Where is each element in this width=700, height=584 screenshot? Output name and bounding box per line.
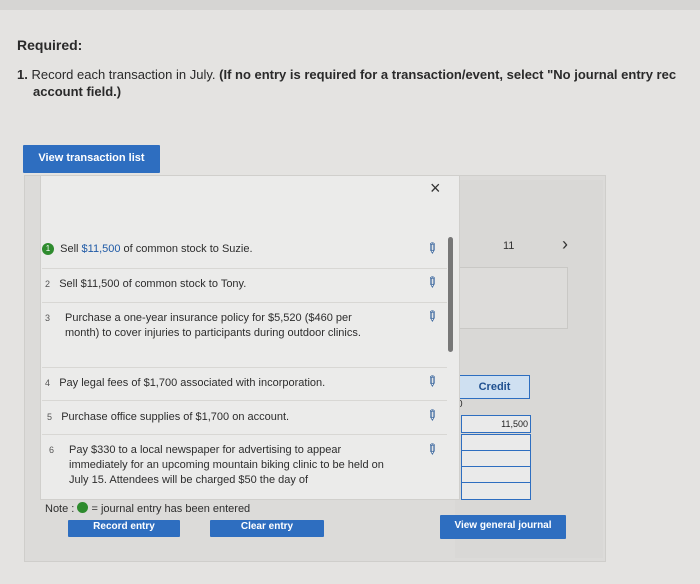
divider — [42, 302, 447, 303]
journal-description-box — [458, 267, 568, 329]
close-icon[interactable]: × — [430, 178, 441, 199]
transaction-item-6: 6 Pay $330 to a local newspaper for adve… — [49, 444, 384, 486]
entered-dot-icon — [77, 502, 89, 513]
top-bar — [0, 0, 700, 10]
legend-note: Note : = journal entry has been entered — [45, 502, 251, 515]
transaction-item-1: 1 Sell $11,500 of common stock to Suzie. — [42, 242, 402, 257]
chevron-right-icon[interactable]: › — [562, 234, 568, 255]
transaction-item-3: 3 Purchase a one-year insurance policy f… — [45, 312, 361, 339]
instruction-number: 1. — [17, 67, 28, 82]
divider — [42, 400, 447, 401]
divider — [42, 434, 447, 435]
transaction-item-4: 4 Pay legal fees of $1,700 associated wi… — [45, 377, 326, 389]
transaction-item-5: 5 Purchase office supplies of $1,700 on … — [47, 411, 290, 423]
credit-cell-5[interactable] — [461, 482, 531, 500]
divider — [42, 268, 447, 269]
instruction-line-1: 1. Record each transaction in July. (If … — [17, 66, 700, 84]
credit-cell-1[interactable]: 11,500 — [461, 415, 531, 433]
view-transaction-list-button[interactable]: View transaction list — [23, 145, 160, 173]
instruction-text: Record each transaction in July. — [31, 67, 216, 82]
credit-column-header: Credit — [459, 375, 530, 399]
entered-check-icon: 1 — [42, 243, 54, 255]
clear-entry-button[interactable]: Clear entry — [210, 520, 324, 537]
record-entry-button[interactable]: Record entry — [68, 520, 180, 537]
instruction-bold: (If no entry is required for a transacti… — [219, 67, 677, 82]
divider — [42, 367, 447, 368]
view-general-journal-button[interactable]: View general journal — [440, 515, 566, 539]
transaction-item-2: 2 Sell $11,500 of common stock to Tony. — [45, 278, 247, 290]
journal-right-area — [455, 180, 603, 558]
instruction-line-2: account field.) — [33, 84, 122, 99]
entry-number: 11 — [503, 240, 515, 252]
popup-scrollbar[interactable] — [448, 237, 453, 352]
required-heading: Required: — [17, 37, 83, 53]
